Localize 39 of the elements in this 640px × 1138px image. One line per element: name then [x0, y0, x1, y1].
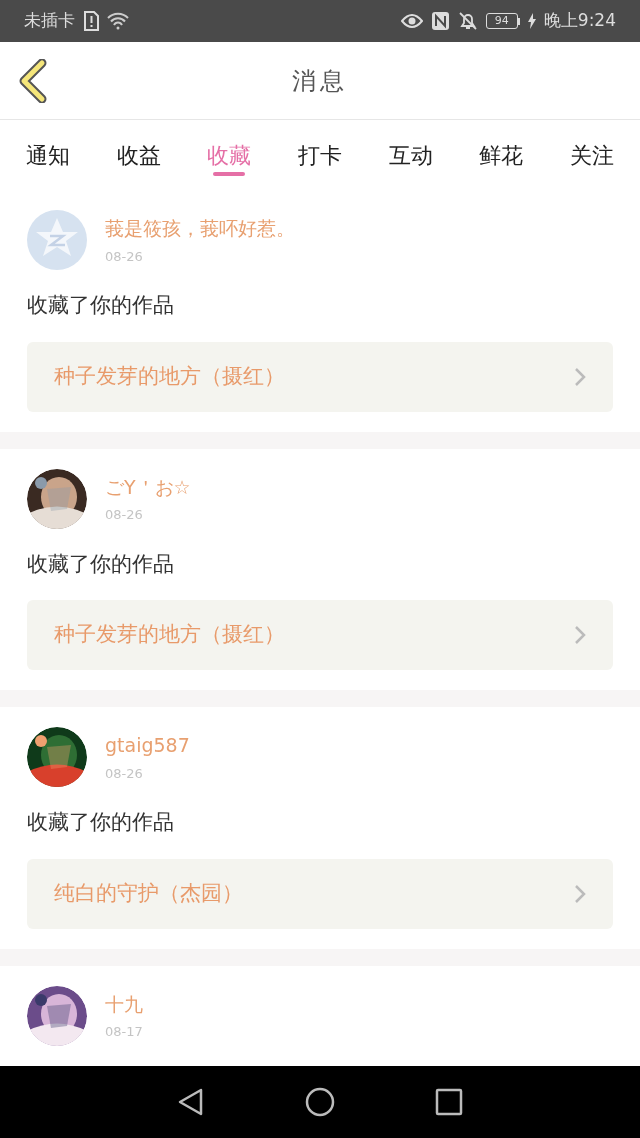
user-name[interactable]: gtaig587	[105, 731, 190, 760]
chevron-right-icon	[574, 883, 586, 904]
user-name[interactable]: ごY＇お☆	[105, 472, 191, 501]
wifi-icon	[107, 12, 129, 30]
tab[interactable]: 收益	[104, 120, 173, 190]
work-link[interactable]: 种子发芽的地方（摄红）	[27, 341, 613, 412]
work-link[interactable]: 纯白的守护（杰园）	[27, 858, 613, 929]
tab[interactable]: 鲜花	[467, 120, 536, 190]
message-date: 08-26	[105, 247, 144, 266]
tab[interactable]: 收藏	[195, 120, 264, 190]
battery-icon: 94	[485, 13, 520, 29]
chevron-right-icon	[574, 625, 586, 645]
home-icon[interactable]	[305, 1087, 335, 1117]
message-date: 08-17	[105, 1023, 143, 1041]
message-text: 收藏了你的作品	[27, 292, 175, 319]
default-avatar-icon	[27, 210, 87, 270]
back-icon[interactable]	[177, 1087, 205, 1117]
chevron-right-icon	[574, 366, 586, 387]
nfc-icon	[430, 11, 450, 31]
work-link[interactable]: 种子发芽的地方（摄红）	[27, 600, 613, 670]
clock-text: 晚上9:24	[543, 9, 616, 33]
tab[interactable]: 互动	[376, 120, 445, 190]
back-chevron-icon	[18, 59, 48, 103]
eye-icon	[400, 13, 423, 29]
message-text: 收藏了你的作品	[27, 550, 175, 578]
tab[interactable]: 关注	[557, 120, 626, 190]
tab[interactable]: 通知	[14, 120, 82, 190]
user-name[interactable]: 十九	[105, 989, 143, 1018]
message-date: 08-26	[105, 506, 144, 524]
message-date: 08-26	[105, 764, 144, 783]
user-name[interactable]: 莪是筱孩，莪吥好惹。	[105, 214, 295, 243]
sim-alert-icon	[83, 11, 99, 31]
tab[interactable]: 打卡	[285, 120, 354, 190]
message-text: 收藏了你的作品	[27, 809, 175, 836]
muted-bell-icon	[457, 11, 478, 31]
carrier-text: 未插卡	[24, 9, 75, 33]
page-title: 消息	[292, 65, 348, 97]
charging-icon	[527, 13, 536, 29]
recents-icon[interactable]	[435, 1088, 463, 1116]
